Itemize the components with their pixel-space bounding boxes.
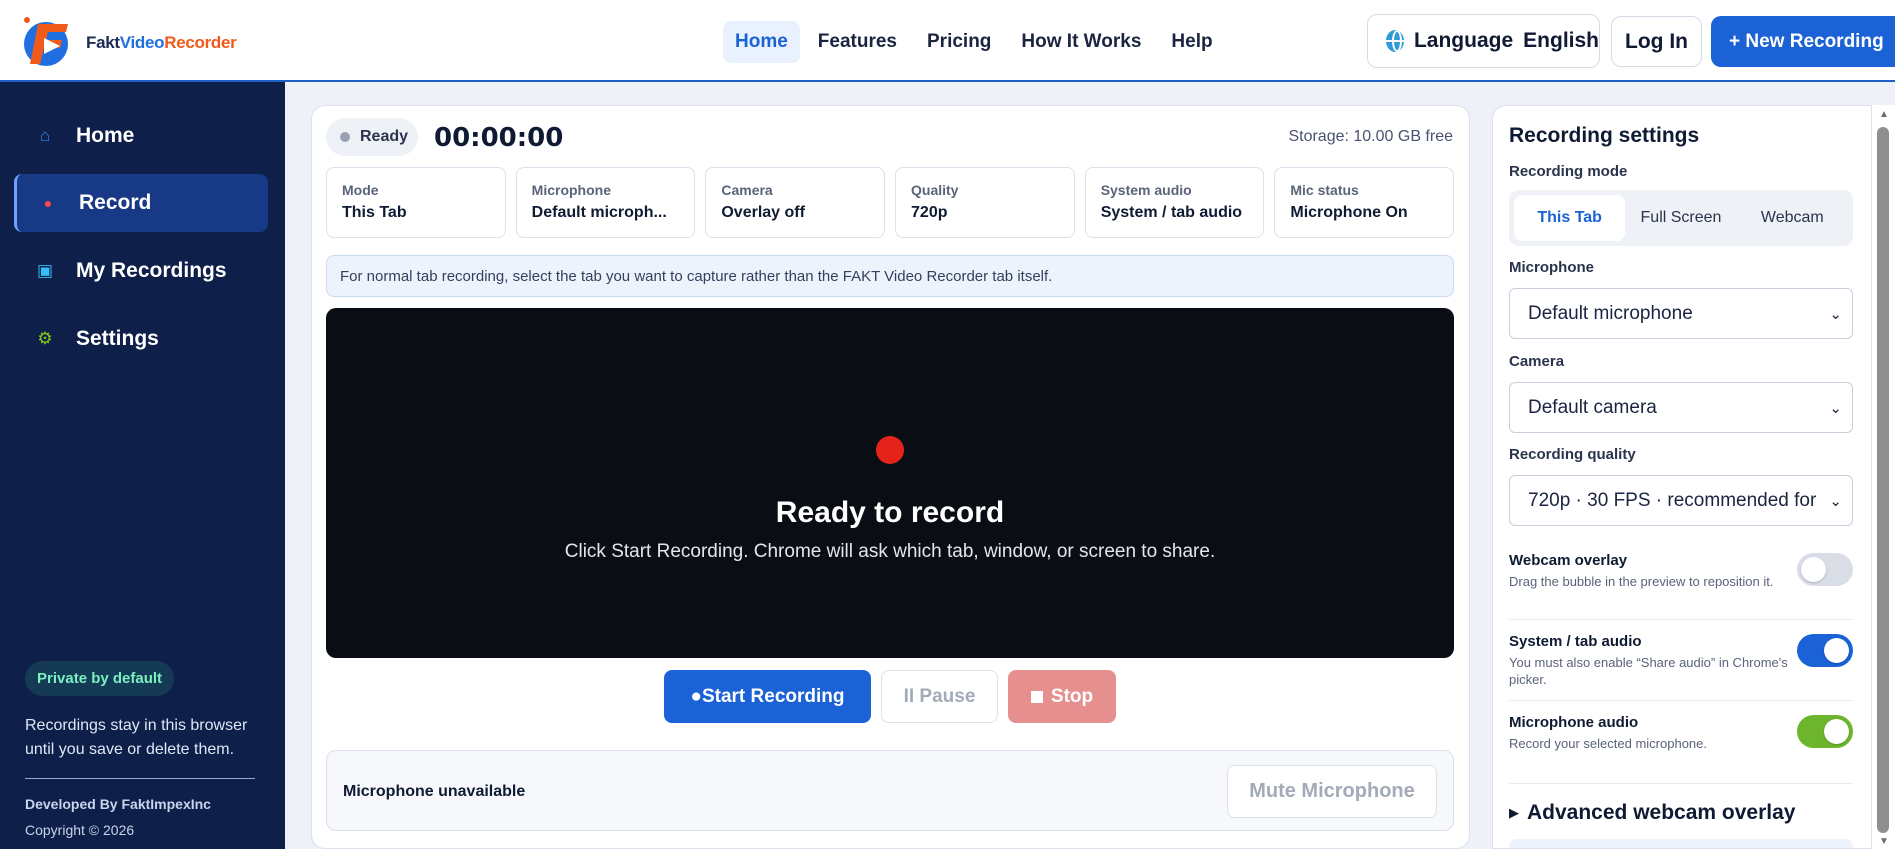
quality-select[interactable]: 720p · 30 FPS · recommended for ⌄ bbox=[1509, 475, 1853, 526]
stop-label: Stop bbox=[1050, 685, 1094, 707]
status-dot-icon bbox=[340, 132, 350, 142]
recording-preview: Ready to record Click Start Recording. C… bbox=[326, 308, 1454, 658]
chevron-down-icon: ⌄ bbox=[1829, 493, 1842, 510]
sidebar-item-label: Settings bbox=[76, 327, 159, 350]
preview-title: Ready to record bbox=[775, 496, 1005, 529]
globe-icon bbox=[1386, 30, 1404, 52]
info-camera: Camera Overlay off bbox=[705, 167, 886, 238]
info-microphone: Microphone Default microph... bbox=[515, 167, 696, 238]
language-label: Language bbox=[1413, 29, 1514, 52]
info-quality: Quality 720p bbox=[895, 167, 1075, 238]
microphone-status: Microphone unavailable bbox=[343, 783, 526, 800]
record-dot-icon: ● bbox=[43, 195, 53, 211]
sidebar-item-label: Home bbox=[76, 124, 135, 147]
scroll-up-icon[interactable]: ▲ bbox=[1879, 109, 1889, 120]
start-recording-button[interactable]: ●Start Recording bbox=[664, 670, 871, 723]
recording-timer: 00:00:00 bbox=[434, 123, 564, 153]
settings-scrollbar[interactable]: ▲ ▼ bbox=[1872, 105, 1895, 849]
home-icon: ⌂ bbox=[39, 126, 51, 145]
webcam-overlay-toggle[interactable] bbox=[1797, 553, 1853, 586]
settings-title: Recording settings bbox=[1509, 124, 1700, 147]
nav-features[interactable]: Features bbox=[806, 21, 909, 63]
language-value: English bbox=[1523, 29, 1599, 52]
tab-recording-tip: For normal tab recording, select the tab… bbox=[326, 255, 1454, 297]
microphone-select[interactable]: Default microphone ⌄ bbox=[1509, 288, 1853, 339]
info-row: Mode This Tab Microphone Default microph… bbox=[326, 167, 1455, 238]
nav-pricing[interactable]: Pricing bbox=[915, 21, 1003, 63]
scroll-down-icon[interactable]: ▼ bbox=[1879, 836, 1889, 847]
system-audio-row: System / tab audio You must also enable … bbox=[1509, 633, 1853, 688]
new-recording-button[interactable]: + New Recording bbox=[1711, 16, 1895, 67]
system-audio-toggle[interactable] bbox=[1797, 634, 1853, 667]
stop-icon bbox=[1030, 690, 1043, 703]
status-badge: Ready bbox=[326, 118, 418, 156]
copyright: Copyright © 2026 bbox=[25, 822, 135, 838]
mute-microphone-button[interactable]: Mute Microphone bbox=[1227, 765, 1437, 818]
sidebar-item-record[interactable]: ● Record bbox=[14, 174, 268, 232]
stop-button[interactable]: Stop bbox=[1008, 670, 1116, 723]
chevron-down-icon: ⌄ bbox=[1829, 400, 1842, 417]
triangle-right-icon: ▶ bbox=[1509, 805, 1519, 820]
sidebar-item-label: My Recordings bbox=[76, 259, 227, 282]
chevron-down-icon: ⌄ bbox=[1829, 306, 1842, 323]
language-button[interactable]: Language English bbox=[1367, 14, 1600, 68]
sidebar-item-settings[interactable]: ⚙ Settings bbox=[14, 310, 268, 368]
nav-how-it-works[interactable]: How It Works bbox=[1009, 21, 1153, 63]
main-nav: Home Features Pricing How It Works Help bbox=[723, 21, 1225, 63]
microphone-label: Microphone bbox=[1509, 259, 1594, 276]
recording-mode-label: Recording mode bbox=[1509, 163, 1628, 180]
sidebar-item-home[interactable]: ⌂ Home bbox=[14, 107, 268, 165]
developer-credit: Developed By FaktImpexInc bbox=[25, 796, 211, 812]
sidebar-divider bbox=[25, 778, 255, 779]
info-mic-status: Mic status Microphone On bbox=[1274, 167, 1455, 238]
camera-select[interactable]: Default camera ⌄ bbox=[1509, 382, 1853, 433]
status-text: Ready bbox=[360, 128, 409, 145]
nav-home[interactable]: Home bbox=[723, 21, 800, 63]
info-system-audio: System audio System / tab audio bbox=[1084, 167, 1265, 238]
camera-label: Camera bbox=[1509, 353, 1565, 370]
mode-full-screen[interactable]: Full Screen bbox=[1625, 195, 1736, 241]
gear-icon: ⚙ bbox=[37, 329, 53, 348]
info-mode: Mode This Tab bbox=[326, 167, 506, 238]
record-indicator-icon bbox=[876, 436, 904, 464]
recording-settings-panel: Recording settings Recording mode This T… bbox=[1492, 105, 1872, 849]
recording-mode-selector: This Tab Full Screen Webcam bbox=[1509, 190, 1853, 246]
sidebar-item-my-recordings[interactable]: ▣ My Recordings bbox=[14, 242, 268, 300]
mode-webcam[interactable]: Webcam bbox=[1737, 195, 1848, 241]
webcam-overlay-row: Webcam overlay Drag the bubble in the pr… bbox=[1509, 552, 1853, 590]
microphone-audio-row: Microphone audio Record your selected mi… bbox=[1509, 714, 1853, 752]
pause-button[interactable]: II Pause bbox=[881, 670, 998, 723]
sidebar-note: Recordings stay in this browser until yo… bbox=[25, 717, 248, 758]
microphone-audio-toggle[interactable] bbox=[1797, 715, 1853, 748]
advanced-webcam-overlay-toggle[interactable]: ▶ Advanced webcam overlay bbox=[1509, 801, 1795, 825]
brand-logo-icon[interactable] bbox=[18, 12, 80, 68]
sidebar: ⌂ Home ● Record ▣ My Recordings ⚙ Settin… bbox=[0, 82, 285, 849]
brand-name[interactable]: FaktVideoRecorder bbox=[86, 33, 237, 53]
quality-label: Recording quality bbox=[1509, 446, 1636, 463]
login-button[interactable]: Log In bbox=[1611, 16, 1702, 67]
nav-help[interactable]: Help bbox=[1159, 21, 1224, 63]
scrollbar-thumb[interactable] bbox=[1877, 127, 1889, 833]
mode-this-tab[interactable]: This Tab bbox=[1514, 195, 1626, 241]
recordings-icon: ▣ bbox=[36, 261, 54, 280]
top-navbar: FaktVideoRecorder Home Features Pricing … bbox=[0, 0, 1895, 82]
microphone-panel: Microphone unavailable Mute Microphone bbox=[326, 750, 1454, 831]
storage-info: Storage: 10.00 GB free bbox=[1288, 128, 1453, 145]
preview-subtitle: Click Start Recording. Chrome will ask w… bbox=[564, 541, 1216, 562]
private-badge: Private by default bbox=[25, 661, 175, 696]
advanced-section-preview bbox=[1509, 839, 1853, 848]
sidebar-item-label: Record bbox=[79, 191, 152, 214]
